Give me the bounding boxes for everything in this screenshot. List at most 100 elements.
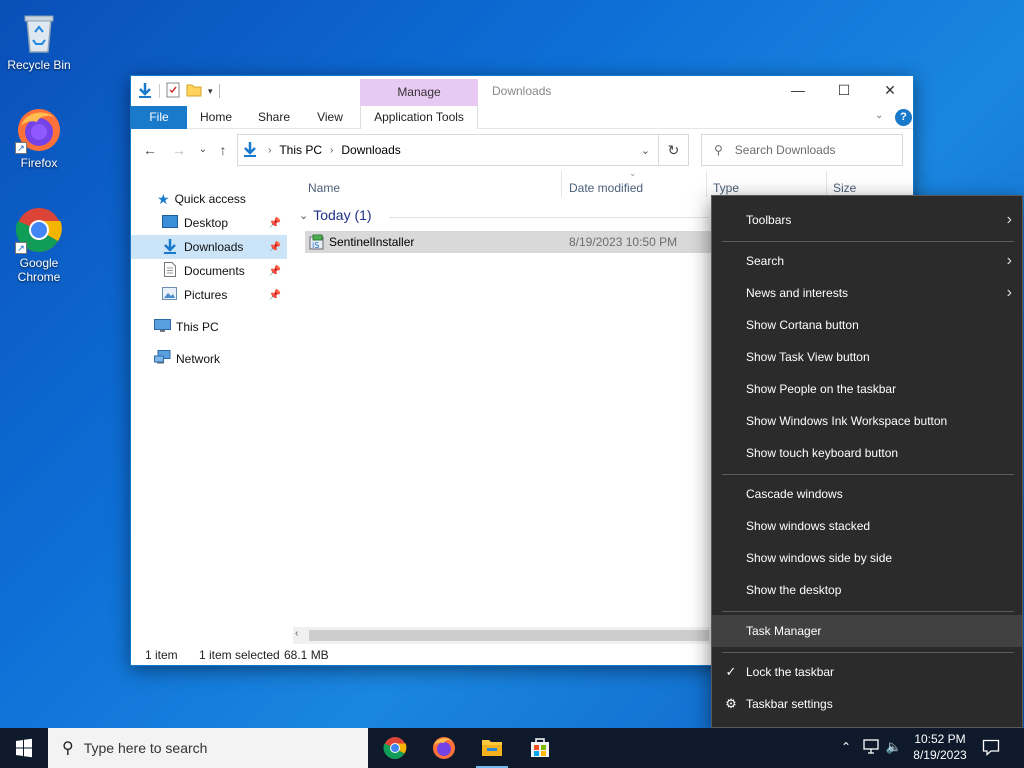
address-bar-row: ← → ⌄ ↑ › This PC › Downloads ⌄ ↻ ⚲ Sear… <box>131 129 913 171</box>
breadcrumb-this-pc[interactable]: This PC <box>279 143 322 157</box>
search-icon: ⚲ <box>714 143 723 157</box>
column-header-name[interactable]: Name <box>308 181 340 195</box>
menu-item-toolbars[interactable]: Toolbars › <box>712 204 1022 236</box>
new-folder-icon[interactable] <box>186 83 202 100</box>
menu-item-stacked[interactable]: Show windows stacked <box>712 510 1022 542</box>
menu-item-label: Lock the taskbar <box>746 665 835 679</box>
nav-this-pc[interactable]: This PC <box>131 315 287 339</box>
status-selected: 1 item selected <box>199 648 280 662</box>
nav-network[interactable]: Network <box>131 347 287 371</box>
column-divider[interactable] <box>706 171 707 197</box>
tab-home[interactable]: Home <box>193 106 239 129</box>
star-icon: ★ <box>157 190 170 207</box>
menu-item-touch-keyboard[interactable]: Show touch keyboard button <box>712 437 1022 469</box>
chrome-icon <box>383 737 407 759</box>
menu-item-lock-taskbar[interactable]: ✓ Lock the taskbar <box>712 656 1022 688</box>
desktop-icon-label: Google Chrome <box>17 256 61 284</box>
taskbar-app-store[interactable] <box>516 728 564 768</box>
menu-item-search[interactable]: Search › <box>712 245 1022 277</box>
taskbar-app-chrome[interactable] <box>371 728 419 768</box>
maximize-button[interactable]: ☐ <box>821 76 867 106</box>
address-dropdown-icon[interactable]: ⌄ <box>641 144 650 157</box>
address-field[interactable]: › This PC › Downloads ⌄ <box>237 134 659 166</box>
scrollbar-thumb[interactable] <box>309 630 709 641</box>
clock-time: 10:52 PM <box>914 732 966 746</box>
desktop-icon-google-chrome[interactable]: ↗ Google Chrome <box>1 206 77 284</box>
downloads-folder-icon <box>162 238 178 257</box>
clock[interactable]: 10:52 PM 8/19/2023 <box>900 731 980 763</box>
taskbar-app-firefox[interactable] <box>420 728 468 768</box>
nav-desktop[interactable]: Desktop 📌 <box>131 211 287 235</box>
column-header-size[interactable]: Size <box>833 181 856 195</box>
menu-item-label: Search <box>746 254 785 268</box>
customize-qat-icon[interactable]: ▾ <box>208 86 213 97</box>
menu-item-cascade[interactable]: Cascade windows <box>712 478 1022 510</box>
nav-downloads[interactable]: Downloads 📌 <box>131 235 287 259</box>
help-icon[interactable]: ? <box>895 109 912 126</box>
tab-view[interactable]: View <box>307 106 353 129</box>
column-divider[interactable] <box>561 171 562 197</box>
collapse-chevron-icon[interactable]: ⌄ <box>299 209 308 222</box>
manage-contextual-tab[interactable]: Manage <box>360 79 478 106</box>
file-name: SentinelInstaller <box>329 235 415 249</box>
status-size: 68.1 MB <box>284 648 329 662</box>
forward-button[interactable]: → <box>169 140 189 160</box>
menu-item-show-desktop[interactable]: Show the desktop <box>712 574 1022 606</box>
column-header-type[interactable]: Type <box>713 181 739 195</box>
menu-item-cortana[interactable]: Show Cortana button <box>712 309 1022 341</box>
recent-locations-icon[interactable]: ⌄ <box>193 140 213 160</box>
column-header-date[interactable]: Date modified <box>569 181 643 195</box>
show-hidden-icons-icon[interactable]: ⌃ <box>838 728 854 768</box>
nav-pictures[interactable]: Pictures 📌 <box>131 283 287 307</box>
minimize-button[interactable]: — <box>775 76 821 106</box>
title-bar: ▾ Manage Downloads — ☐ ✕ <box>131 76 913 106</box>
pin-icon: 📌 <box>268 289 281 301</box>
properties-icon[interactable] <box>166 82 180 101</box>
expand-ribbon-icon[interactable]: ⌄ <box>875 110 883 121</box>
nav-quick-access[interactable]: ★ Quick access <box>131 187 287 211</box>
menu-item-taskbar-settings[interactable]: ⚙ Taskbar settings <box>712 688 1022 720</box>
clock-date: 8/19/2023 <box>913 748 967 762</box>
tab-application-tools[interactable]: Application Tools <box>360 106 478 129</box>
column-divider[interactable] <box>826 171 827 197</box>
nav-documents[interactable]: Documents 📌 <box>131 259 287 283</box>
menu-item-ink-workspace[interactable]: Show Windows Ink Workspace button <box>712 405 1022 437</box>
menu-item-task-manager[interactable]: Task Manager <box>712 615 1022 647</box>
group-header-today[interactable]: ⌄ Today (1) <box>299 207 372 223</box>
back-button[interactable]: ← <box>140 140 160 160</box>
downloads-folder-icon[interactable] <box>137 82 153 101</box>
desktop-icon-firefox[interactable]: ↗ Firefox <box>1 106 77 170</box>
taskbar-app-file-explorer[interactable] <box>468 728 516 768</box>
search-placeholder: Search Downloads <box>734 143 836 157</box>
menu-item-task-view[interactable]: Show Task View button <box>712 341 1022 373</box>
caption-buttons: — ☐ ✕ <box>775 76 913 106</box>
tab-share[interactable]: Share <box>251 106 297 129</box>
notification-center-icon[interactable] <box>980 728 1002 768</box>
search-input[interactable]: ⚲ Search Downloads <box>701 134 903 166</box>
start-button[interactable] <box>0 728 48 768</box>
refresh-button[interactable]: ↻ <box>659 134 689 166</box>
desktop-icon-recycle-bin[interactable]: Recycle Bin <box>1 8 77 72</box>
menu-item-people[interactable]: Show People on the taskbar <box>712 373 1022 405</box>
file-row-selected[interactable]: iS SentinelInstaller 8/19/2023 10:50 PM <box>305 231 715 253</box>
tab-file[interactable]: File <box>131 106 187 129</box>
nav-label: Pictures <box>184 288 228 302</box>
desktop-icon-label: Recycle Bin <box>7 58 71 72</box>
window-title: Downloads <box>492 84 552 98</box>
taskbar: ⚲ Type here to search ⌃ 🔈 10:52 PM 8/19/… <box>0 728 1024 768</box>
up-button[interactable]: ↑ <box>213 140 233 160</box>
desktop-folder-icon <box>162 215 178 231</box>
menu-separator <box>722 652 1014 653</box>
taskbar-search-input[interactable]: ⚲ Type here to search <box>48 728 368 768</box>
breadcrumb-downloads[interactable]: Downloads <box>341 143 400 157</box>
submenu-arrow-icon: › <box>1006 252 1012 269</box>
scroll-left-icon[interactable]: ‹ <box>295 628 298 639</box>
close-button[interactable]: ✕ <box>867 76 913 106</box>
firefox-icon <box>433 737 455 759</box>
network-status-icon[interactable] <box>861 728 881 768</box>
shortcut-arrow-icon: ↗ <box>15 142 27 154</box>
menu-item-side-by-side[interactable]: Show windows side by side <box>712 542 1022 574</box>
menu-item-news-and-interests[interactable]: News and interests › <box>712 277 1022 309</box>
windows-logo-icon <box>16 738 32 758</box>
nav-label: This PC <box>176 320 219 334</box>
